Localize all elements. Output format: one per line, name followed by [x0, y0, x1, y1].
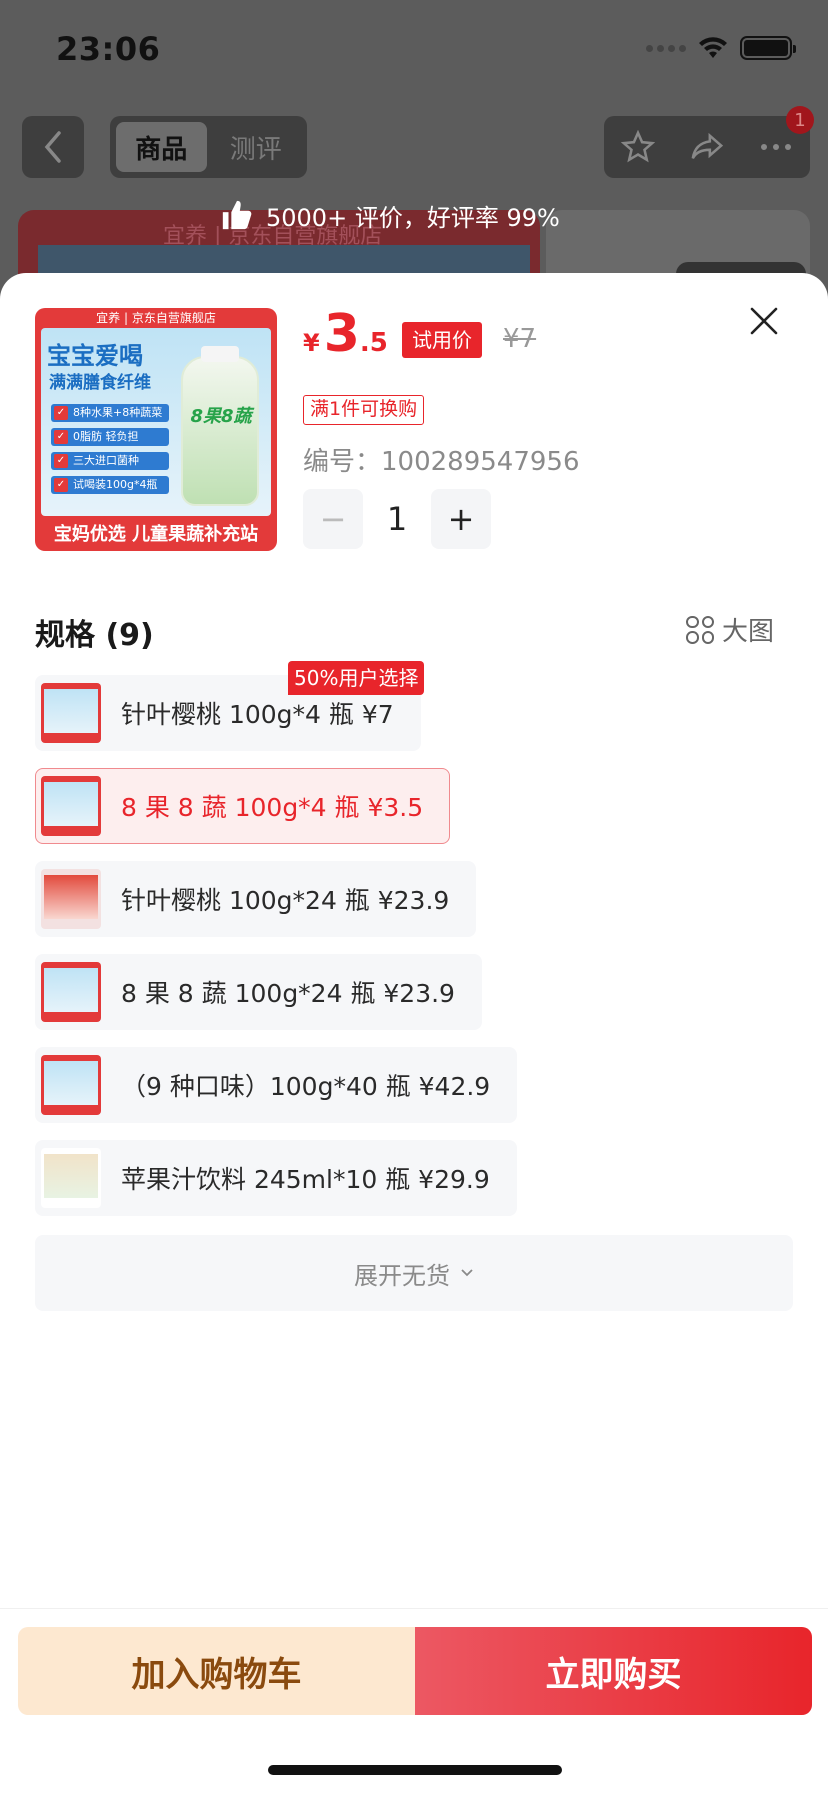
- spec-option-selected[interactable]: 8 果 8 蔬 100g*4 瓶 ¥3.5: [35, 768, 451, 844]
- bottle-illustration: 8果8蔬: [181, 346, 259, 506]
- original-price: ¥7: [503, 324, 537, 354]
- price: ¥ 3 .5: [303, 308, 388, 368]
- bottle-label: 8果8蔬: [190, 406, 252, 427]
- big-picture-toggle[interactable]: 大图: [686, 611, 774, 648]
- grid-icon: [686, 615, 714, 644]
- status-time: 23:06: [56, 30, 161, 68]
- spec-option-label: 8 果 8 蔬 100g*24 瓶 ¥23.9: [121, 979, 455, 1008]
- buy-now-button[interactable]: 立即购买: [415, 1627, 812, 1715]
- review-banner: 5000+ 评价，好评率 99%: [220, 185, 560, 245]
- price-decimal: .5: [359, 328, 388, 358]
- expand-label: 展开无货: [354, 1261, 450, 1290]
- spec-option-label: （9 种口味）100g*40 瓶 ¥42.9: [121, 1072, 491, 1101]
- trial-price-tag: 试用价: [402, 322, 482, 358]
- spec-thumbnail: [41, 869, 101, 929]
- product-image-subhead: 满满膳食纤维: [49, 373, 151, 393]
- review-summary: 5000+ 评价，好评率 99%: [266, 203, 560, 232]
- notification-badge: 1: [786, 106, 814, 134]
- spec-title: 规格 (9): [35, 618, 154, 653]
- spec-option-label: 8 果 8 蔬 100g*4 瓶 ¥3.5: [121, 793, 424, 822]
- nav-actions: [604, 116, 810, 178]
- product-image-store: 宜养 | 京东自营旗舰店: [96, 311, 216, 325]
- promo-tag: 满1件可换购: [303, 395, 425, 425]
- increase-button[interactable]: +: [431, 489, 491, 549]
- spec-option[interactable]: 苹果汁饮料 245ml*10 瓶 ¥29.9: [35, 1140, 517, 1216]
- spec-thumbnail: [41, 776, 101, 836]
- spec-option-label: 针叶樱桃 100g*24 瓶 ¥23.9: [121, 886, 450, 915]
- product-image-panel: 宝宝爱喝 满满膳食纤维 8种水果+8种蔬菜 0脂肪 轻负担 三大进口菌种 试喝装…: [41, 328, 271, 516]
- product-image-check: 试喝装100g*4瓶: [51, 476, 169, 494]
- quantity-value[interactable]: 1: [363, 500, 431, 538]
- spec-thumbnail: [41, 962, 101, 1022]
- product-image-slogan: 宝妈优选 儿童果蔬补充站: [53, 524, 259, 545]
- status-icons: [646, 36, 796, 60]
- product-image-check: 8种水果+8种蔬菜: [51, 404, 169, 422]
- product-image[interactable]: 宜养 | 京东自营旗舰店 宝宝爱喝 满满膳食纤维 8种水果+8种蔬菜 0脂肪 轻…: [35, 308, 277, 551]
- home-indicator[interactable]: [268, 1765, 562, 1775]
- nav-bar: 商品 测评 1: [0, 106, 828, 178]
- battery-icon: [740, 36, 796, 60]
- spec-option[interactable]: 8 果 8 蔬 100g*24 瓶 ¥23.9: [35, 954, 482, 1030]
- page-tabs: 商品 测评: [110, 116, 307, 178]
- more-icon[interactable]: [759, 142, 793, 152]
- thumbs-up-icon: [222, 200, 252, 230]
- big-picture-label: 大图: [722, 617, 775, 647]
- spec-option-label: 苹果汁饮料 245ml*10 瓶 ¥29.9: [121, 1165, 490, 1194]
- expand-out-of-stock-button[interactable]: 展开无货: [35, 1235, 793, 1311]
- price-integer: 3: [323, 304, 360, 364]
- status-bar: 23:06: [0, 0, 828, 100]
- quantity-stepper: − 1 +: [303, 488, 491, 550]
- product-image-check: 0脂肪 轻负担: [51, 428, 169, 446]
- price-currency: ¥: [303, 329, 320, 357]
- chevron-left-icon: [44, 131, 61, 163]
- spec-thumbnail: [41, 683, 101, 743]
- sku-selector-sheet: 宜养 | 京东自营旗舰店 宝宝爱喝 满满膳食纤维 8种水果+8种蔬菜 0脂肪 轻…: [0, 273, 828, 1793]
- share-icon[interactable]: [690, 130, 724, 164]
- tab-review[interactable]: 测评: [211, 122, 302, 172]
- chevron-down-icon: [461, 1269, 473, 1277]
- spec-option[interactable]: （9 种口味）100g*40 瓶 ¥42.9: [35, 1047, 518, 1123]
- sku-number: 编号：100289547956: [303, 447, 580, 477]
- wifi-icon: [699, 37, 727, 58]
- tab-product[interactable]: 商品: [116, 122, 207, 172]
- spec-thumbnail: [41, 1055, 101, 1115]
- spec-option[interactable]: 针叶樱桃 100g*24 瓶 ¥23.9: [35, 861, 477, 937]
- add-to-cart-button[interactable]: 加入购物车: [18, 1627, 415, 1715]
- close-icon[interactable]: [748, 305, 780, 337]
- star-icon[interactable]: [621, 130, 656, 164]
- popular-choice-badge: 50%用户选择: [288, 661, 425, 695]
- spec-thumbnail: [41, 1148, 101, 1208]
- product-image-check: 三大进口菌种: [51, 452, 169, 470]
- decrease-button[interactable]: −: [303, 489, 363, 549]
- product-image-headline: 宝宝爱喝: [47, 342, 143, 370]
- back-button[interactable]: [22, 116, 84, 178]
- cellular-icon: [646, 44, 686, 52]
- spec-option-label: 针叶樱桃 100g*4 瓶 ¥7: [121, 700, 394, 729]
